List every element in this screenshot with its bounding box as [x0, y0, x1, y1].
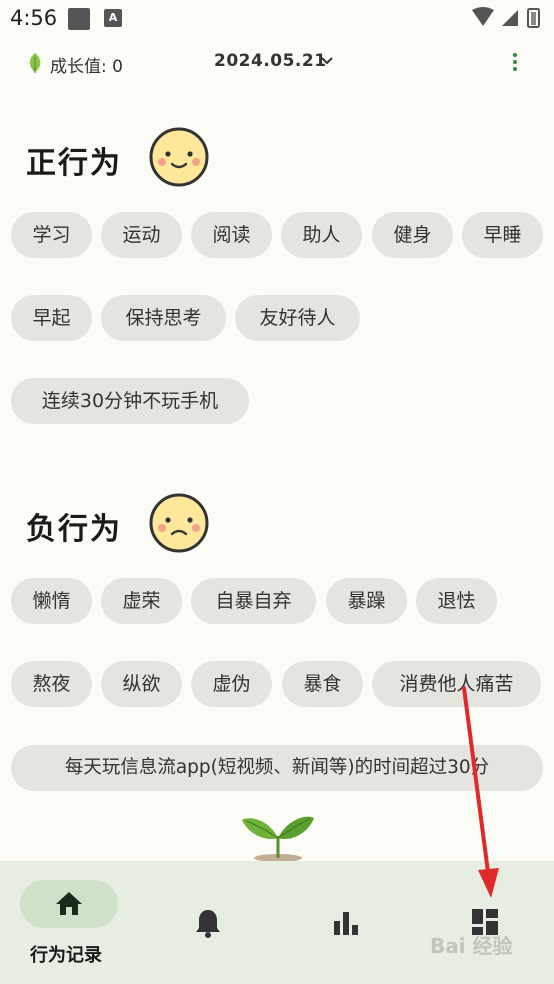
date-selector[interactable]: 2024.05.21: [214, 51, 327, 71]
sad-face-icon: [149, 493, 209, 553]
watermark: Bai 经验: [430, 934, 513, 958]
positive-chip[interactable]: 连续30分钟不玩手机: [11, 378, 249, 424]
chevron-down-icon[interactable]: [321, 57, 333, 65]
negative-chip[interactable]: 消费他人痛苦: [372, 661, 541, 707]
smile-face-icon: [149, 127, 209, 187]
sprout-icon: [242, 816, 314, 862]
signal-battery-icons: [472, 7, 540, 28]
positive-chip[interactable]: 早睡: [462, 212, 543, 258]
positive-section-title: 正行为: [26, 146, 122, 181]
top-header: 成长值: 0 2024.05.21: [0, 46, 554, 82]
negative-chip[interactable]: 虚荣: [101, 578, 182, 624]
more-menu-icon[interactable]: [510, 53, 520, 75]
positive-chip[interactable]: 早起: [11, 295, 92, 341]
positive-chip[interactable]: 助人: [281, 212, 362, 258]
negative-chip[interactable]: 虚伪: [191, 661, 272, 707]
bar-chart-icon[interactable]: [332, 910, 360, 936]
status-time: 4:56: [10, 6, 58, 30]
negative-chip[interactable]: 懒惰: [11, 578, 92, 624]
positive-chip[interactable]: 阅读: [191, 212, 272, 258]
negative-section-title: 负行为: [26, 512, 122, 547]
nav-label-home[interactable]: 行为记录: [30, 941, 102, 967]
positive-chip[interactable]: 学习: [11, 212, 92, 258]
leaf-icon: [29, 53, 41, 73]
positive-chip[interactable]: 运动: [101, 212, 182, 258]
app-notification-icon: A: [104, 9, 122, 27]
bottom-navigation: 行为记录: [0, 861, 554, 984]
home-icon[interactable]: [55, 890, 83, 916]
growth-value: 成长值: 0: [50, 57, 123, 77]
status-bar: 4:56 A: [0, 0, 554, 40]
bell-icon[interactable]: [194, 907, 222, 939]
positive-chip[interactable]: 友好待人: [235, 295, 360, 341]
positive-chip[interactable]: 健身: [372, 212, 453, 258]
notification-icon: [68, 8, 90, 30]
negative-chip[interactable]: 每天玩信息流app(短视频、新闻等)的时间超过30分: [11, 745, 543, 791]
negative-chip[interactable]: 纵欲: [101, 661, 182, 707]
negative-chip[interactable]: 暴食: [282, 661, 363, 707]
positive-chip[interactable]: 保持思考: [101, 295, 226, 341]
negative-chip[interactable]: 自暴自弃: [191, 578, 316, 624]
negative-chip[interactable]: 熬夜: [11, 661, 92, 707]
negative-chip[interactable]: 退怯: [416, 578, 497, 624]
negative-chip[interactable]: 暴躁: [326, 578, 407, 624]
